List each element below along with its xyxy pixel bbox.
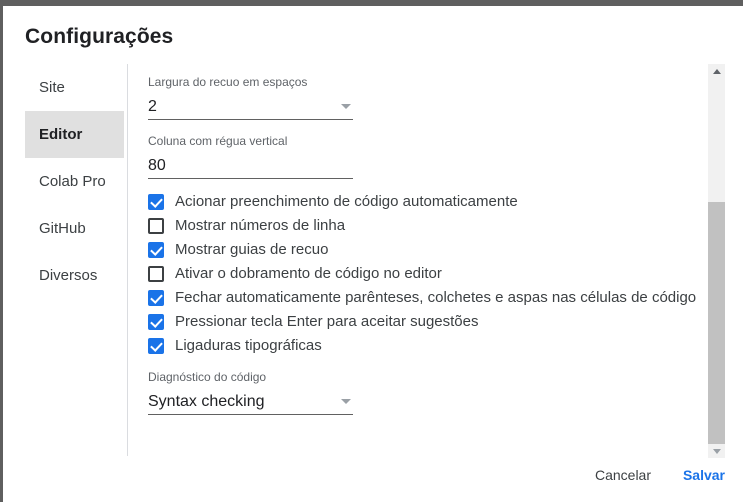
checkbox-checked-icon[interactable]: [148, 194, 164, 210]
sidebar-item-label: Site: [39, 79, 65, 96]
sidebar-item-label: GitHub: [39, 220, 86, 237]
checkbox-label: Fechar automaticamente parênteses, colch…: [175, 289, 697, 306]
indent-width-select[interactable]: 2: [148, 94, 353, 120]
scroll-up-triangle-icon: [712, 68, 721, 74]
checkbox-row[interactable]: Pressionar tecla Enter para aceitar suge…: [148, 310, 688, 334]
checkbox-label: Ligaduras tipográficas: [175, 337, 322, 354]
checkbox-label: Mostrar guias de recuo: [175, 241, 329, 258]
editor-options-list: Acionar preenchimento de código automati…: [148, 190, 696, 358]
checkbox-label: Ativar o dobramento de código no editor: [175, 265, 442, 282]
content-scrollbar[interactable]: [708, 64, 725, 458]
chevron-down-icon[interactable]: [341, 104, 351, 109]
field-label-indent-width: Largura do recuo em espaços: [148, 75, 308, 89]
dialog-footer: Cancelar Salvar: [3, 454, 743, 502]
chevron-down-icon[interactable]: [341, 399, 351, 404]
field-label-code-diagnostics: Diagnóstico do código: [148, 370, 267, 384]
cancel-button[interactable]: Cancelar: [595, 460, 651, 490]
sidebar-item-label: Editor: [39, 126, 83, 143]
checkbox-row[interactable]: Fechar automaticamente parênteses, colch…: [148, 286, 696, 310]
field-code-diagnostics: Diagnóstico do código Syntax checking: [148, 369, 353, 415]
checkbox-checked-icon[interactable]: [148, 290, 164, 306]
checkbox-row[interactable]: Mostrar números de linha: [148, 214, 688, 238]
page-title: Configurações: [25, 25, 174, 48]
indent-width-value: 2: [148, 97, 157, 115]
sidebar-item-label: Colab Pro: [39, 173, 106, 190]
checkbox-unchecked-icon[interactable]: [148, 266, 164, 282]
settings-content-panel: Largura do recuo em espaços 2 Coluna com…: [148, 64, 696, 456]
sidebar-item-diversos[interactable]: Diversos: [25, 252, 124, 299]
settings-dialog: Configurações Site Editor Colab Pro GitHub D…: [3, 6, 743, 502]
save-button[interactable]: Salvar: [683, 460, 725, 490]
checkbox-label: Mostrar números de linha: [175, 217, 346, 234]
checkbox-row[interactable]: Ligaduras tipográficas: [148, 334, 688, 358]
vertical-ruler-value: 80: [148, 156, 166, 174]
sidebar-divider: [127, 64, 128, 456]
checkbox-checked-icon[interactable]: [148, 242, 164, 258]
code-diagnostics-select[interactable]: Syntax checking: [148, 389, 353, 415]
checkbox-row[interactable]: Ativar o dobramento de código no editor: [148, 262, 688, 286]
checkbox-checked-icon[interactable]: [148, 338, 164, 354]
checkbox-row[interactable]: Acionar preenchimento de código automati…: [148, 190, 688, 214]
scroll-down-triangle-icon: [712, 448, 721, 454]
scroll-up-arrow-icon[interactable]: [708, 64, 725, 78]
settings-sidebar: Site Editor Colab Pro GitHub Diversos: [3, 64, 124, 454]
checkbox-checked-icon[interactable]: [148, 314, 164, 330]
code-diagnostics-value: Syntax checking: [148, 392, 265, 410]
sidebar-item-editor[interactable]: Editor: [25, 111, 124, 158]
sidebar-item-site[interactable]: Site: [25, 64, 124, 111]
field-vertical-ruler: Coluna com régua vertical 80: [148, 133, 353, 179]
checkbox-label: Acionar preenchimento de código automati…: [175, 193, 518, 210]
sidebar-item-github[interactable]: GitHub: [25, 205, 124, 252]
checkbox-row[interactable]: Mostrar guias de recuo: [148, 238, 688, 262]
vertical-ruler-input[interactable]: 80: [148, 153, 353, 179]
checkbox-label: Pressionar tecla Enter para aceitar suge…: [175, 313, 479, 330]
field-indent-width: Largura do recuo em espaços 2: [148, 74, 353, 120]
sidebar-item-colab-pro[interactable]: Colab Pro: [25, 158, 124, 205]
scrollbar-thumb[interactable]: [708, 202, 725, 444]
field-label-vertical-ruler: Coluna com régua vertical: [148, 134, 288, 148]
sidebar-item-label: Diversos: [39, 267, 98, 284]
checkbox-unchecked-icon[interactable]: [148, 218, 164, 234]
